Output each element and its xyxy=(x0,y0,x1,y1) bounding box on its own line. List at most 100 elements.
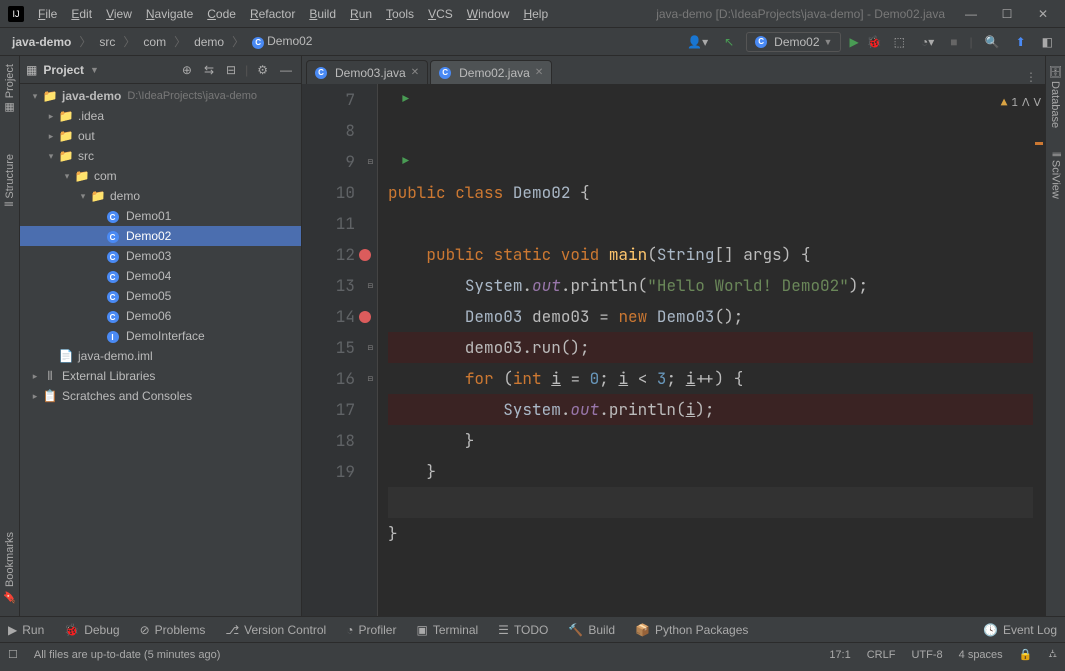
tool-window-problems[interactable]: ⊘Problems xyxy=(140,623,206,637)
close-tab-icon[interactable]: ✕ xyxy=(411,67,419,78)
coverage-button[interactable]: ⬚ xyxy=(890,33,909,51)
tool-window-run[interactable]: ▶Run xyxy=(8,623,44,637)
tool-window-python-packages[interactable]: 📦Python Packages xyxy=(635,623,748,637)
run-config-selector[interactable]: C Demo02 ▼ xyxy=(746,32,841,52)
gear-icon[interactable]: ⚙ xyxy=(254,63,271,77)
breadcrumb-item[interactable]: src xyxy=(95,33,119,51)
breadcrumb-item[interactable]: demo xyxy=(190,33,228,51)
tool-window-todo[interactable]: ☰TODO xyxy=(498,623,548,637)
tree-node[interactable]: ▸📋Scratches and Consoles xyxy=(20,386,301,406)
project-tree[interactable]: ▾📁java-demoD:\IdeaProjects\java-demo▸📁.i… xyxy=(20,84,301,616)
tree-node[interactable]: ▸📁out xyxy=(20,126,301,146)
code-line[interactable] xyxy=(388,549,1045,580)
fold-icon[interactable]: ⊟ xyxy=(368,332,373,363)
status-indicator-icon[interactable]: ☐ xyxy=(8,648,18,661)
tree-node[interactable]: CDemo03 xyxy=(20,246,301,266)
menu-file[interactable]: File xyxy=(32,5,63,23)
code-line[interactable]: for (int i = 0; i < 3; i++) { xyxy=(388,363,1045,394)
line-separator[interactable]: CRLF xyxy=(867,649,896,661)
breadcrumb-item[interactable]: java-demo xyxy=(8,33,75,51)
project-tool-button[interactable]: ▦ Project xyxy=(3,64,16,114)
menu-edit[interactable]: Edit xyxy=(65,5,98,23)
code-line[interactable]: demo03.run(); xyxy=(388,332,1045,363)
tool-window-debug[interactable]: 🐞Debug xyxy=(64,623,119,637)
tree-node[interactable]: CDemo06 xyxy=(20,306,301,326)
tree-node[interactable]: CDemo01 xyxy=(20,206,301,226)
editor-tab[interactable]: CDemo03.java✕ xyxy=(306,60,428,84)
debug-button[interactable]: 🐞 xyxy=(867,35,882,49)
memory-icon[interactable]: ⛼ xyxy=(1048,648,1057,662)
menu-run[interactable]: Run xyxy=(344,5,378,23)
tree-node[interactable]: CDemo02 xyxy=(20,226,301,246)
event-log-button[interactable]: 🕓Event Log xyxy=(983,623,1057,637)
tab-options-icon[interactable]: ⋮ xyxy=(1017,70,1045,84)
tree-node[interactable]: CDemo05 xyxy=(20,286,301,306)
tree-node[interactable]: IDemoInterface xyxy=(20,326,301,346)
menu-build[interactable]: Build xyxy=(303,5,342,23)
fold-icon[interactable]: ⊟ xyxy=(368,363,373,394)
tree-node[interactable]: ▸📁.idea xyxy=(20,106,301,126)
tool-window-build[interactable]: 🔨Build xyxy=(568,623,615,637)
tree-node[interactable]: ▾📁demo xyxy=(20,186,301,206)
bookmarks-tool-button[interactable]: 🔖 Bookmarks xyxy=(3,532,16,604)
menu-code[interactable]: Code xyxy=(201,5,242,23)
indent-info[interactable]: 4 spaces xyxy=(959,649,1003,661)
editor-scrollbar[interactable] xyxy=(1033,112,1045,616)
collapse-all-icon[interactable]: ⊟ xyxy=(223,63,239,77)
menu-vcs[interactable]: VCS xyxy=(422,5,459,23)
fold-icon[interactable]: ⊟ xyxy=(368,146,373,177)
back-icon[interactable]: ↖ xyxy=(720,33,738,51)
tool-window-version-control[interactable]: ⎇Version Control xyxy=(225,623,326,637)
code-line[interactable]: } xyxy=(388,518,1045,549)
maximize-button[interactable]: ☐ xyxy=(993,7,1021,21)
code-line[interactable]: public class Demo02 { xyxy=(388,177,1045,208)
tree-node[interactable]: ▾📁com xyxy=(20,166,301,186)
fold-icon[interactable]: ⊟ xyxy=(368,270,373,301)
breakpoint-icon[interactable] xyxy=(359,249,371,261)
add-user-icon[interactable]: 👤▾ xyxy=(683,33,712,51)
run-button[interactable]: ▶ xyxy=(849,35,858,49)
minimize-button[interactable]: — xyxy=(957,7,985,21)
error-stripe-mark[interactable] xyxy=(1035,142,1043,145)
tool-window-profiler[interactable]: ◔Profiler xyxy=(346,623,396,637)
code-line[interactable]: } xyxy=(388,456,1045,487)
file-encoding[interactable]: UTF-8 xyxy=(911,649,942,661)
code-line[interactable]: System.out.println("Hello World! Demo02"… xyxy=(388,270,1045,301)
menu-view[interactable]: View xyxy=(100,5,138,23)
caret-position[interactable]: 17:1 xyxy=(829,649,850,661)
expand-all-icon[interactable]: ⇆ xyxy=(201,63,217,77)
code-editor[interactable]: 7▶89▶⊟10111213⊟1415⊟16⊟171819 ▲ 1 ᐱ ᐯ pu… xyxy=(302,84,1045,616)
menu-tools[interactable]: Tools xyxy=(380,5,420,23)
search-icon[interactable]: 🔍 xyxy=(981,33,1004,51)
editor-tab[interactable]: CDemo02.java✕ xyxy=(430,60,552,84)
code-line[interactable]: } xyxy=(388,425,1045,456)
code-line[interactable] xyxy=(388,208,1045,239)
close-tab-icon[interactable]: ✕ xyxy=(535,67,543,78)
sciview-tool-button[interactable]: ⦀ SciView xyxy=(1050,152,1062,199)
chevron-down-icon[interactable]: ▼ xyxy=(90,65,99,75)
hide-icon[interactable]: — xyxy=(277,63,295,77)
breakpoint-icon[interactable] xyxy=(359,311,371,323)
structure-tool-button[interactable]: ⦀ Structure xyxy=(4,154,16,207)
ide-settings-icon[interactable]: ◧ xyxy=(1038,33,1057,51)
code-line[interactable]: System.out.println(i); xyxy=(388,394,1045,425)
tree-node[interactable]: CDemo04 xyxy=(20,266,301,286)
tree-node[interactable]: ▾📁src xyxy=(20,146,301,166)
tool-window-terminal[interactable]: ▣Terminal xyxy=(416,623,478,637)
select-opened-icon[interactable]: ⊕ xyxy=(179,63,195,77)
menu-help[interactable]: Help xyxy=(517,5,554,23)
code-content[interactable]: ▲ 1 ᐱ ᐯ public class Demo02 { public sta… xyxy=(378,84,1045,616)
menu-window[interactable]: Window xyxy=(461,5,516,23)
profile-button[interactable]: ◔▾ xyxy=(917,33,938,51)
close-button[interactable]: ✕ xyxy=(1029,7,1057,21)
database-tool-button[interactable]: 🗄 Database xyxy=(1049,64,1062,128)
tree-node[interactable]: ▾📁java-demoD:\IdeaProjects\java-demo xyxy=(20,86,301,106)
update-icon[interactable]: ⬆ xyxy=(1012,33,1030,51)
breadcrumb-item[interactable]: com xyxy=(139,33,170,51)
menu-navigate[interactable]: Navigate xyxy=(140,5,199,23)
code-line[interactable]: Demo03 demo03 = new Demo03(); xyxy=(388,301,1045,332)
read-only-icon[interactable]: 🔒 xyxy=(1019,648,1033,661)
code-line[interactable]: public static void main(String[] args) { xyxy=(388,239,1045,270)
editor-gutter[interactable]: 7▶89▶⊟10111213⊟1415⊟16⊟171819 xyxy=(302,84,378,616)
stop-button[interactable]: ■ xyxy=(946,33,961,51)
